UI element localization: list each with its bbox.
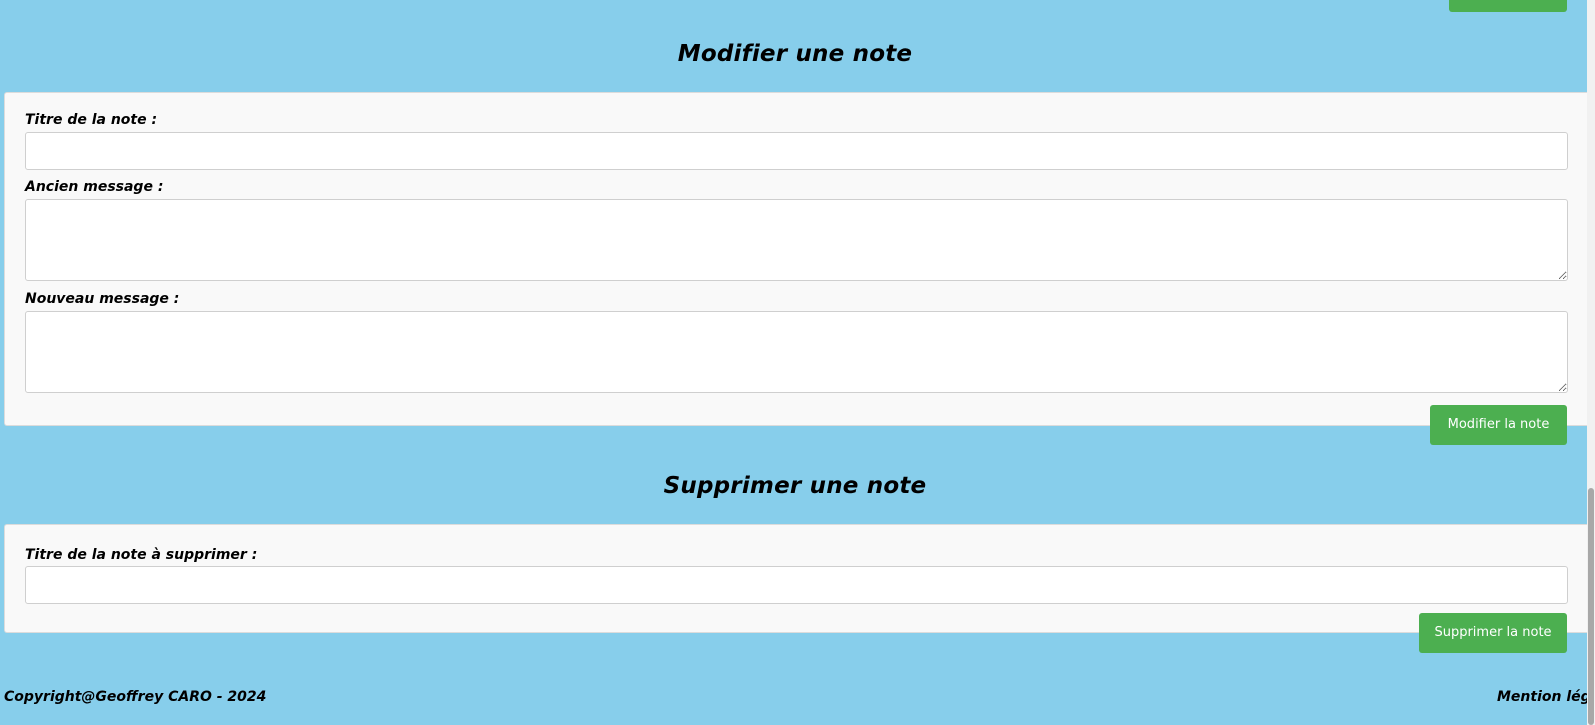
scrollbar-thumb[interactable] bbox=[1588, 488, 1594, 725]
legal-mention-link[interactable]: Mention léga bbox=[1497, 689, 1587, 705]
old-message-textarea[interactable] bbox=[25, 199, 1568, 281]
previous-section-button[interactable] bbox=[1449, 0, 1567, 12]
note-title-label: Titre de la note : bbox=[25, 112, 158, 128]
delete-title-label: Titre de la note à supprimer : bbox=[25, 547, 258, 563]
modify-note-button[interactable]: Modifier la note bbox=[1430, 405, 1567, 445]
old-message-label: Ancien message : bbox=[25, 179, 164, 195]
delete-note-heading: Supprimer une note bbox=[663, 473, 927, 499]
modify-note-form: Titre de la note : Ancien message : Nouv… bbox=[4, 92, 1594, 426]
copyright-text: Copyright@Geoffrey CARO - 2024 bbox=[4, 689, 267, 705]
page: Modifier une note Titre de la note : Anc… bbox=[0, 0, 1595, 725]
new-message-label: Nouveau message : bbox=[25, 291, 180, 307]
delete-note-button[interactable]: Supprimer la note bbox=[1419, 613, 1567, 653]
note-title-input[interactable] bbox=[25, 132, 1568, 170]
modify-note-heading: Modifier une note bbox=[677, 41, 913, 67]
delete-note-form: Titre de la note à supprimer : bbox=[4, 524, 1594, 633]
delete-title-input[interactable] bbox=[25, 566, 1568, 604]
new-message-textarea[interactable] bbox=[25, 311, 1568, 393]
